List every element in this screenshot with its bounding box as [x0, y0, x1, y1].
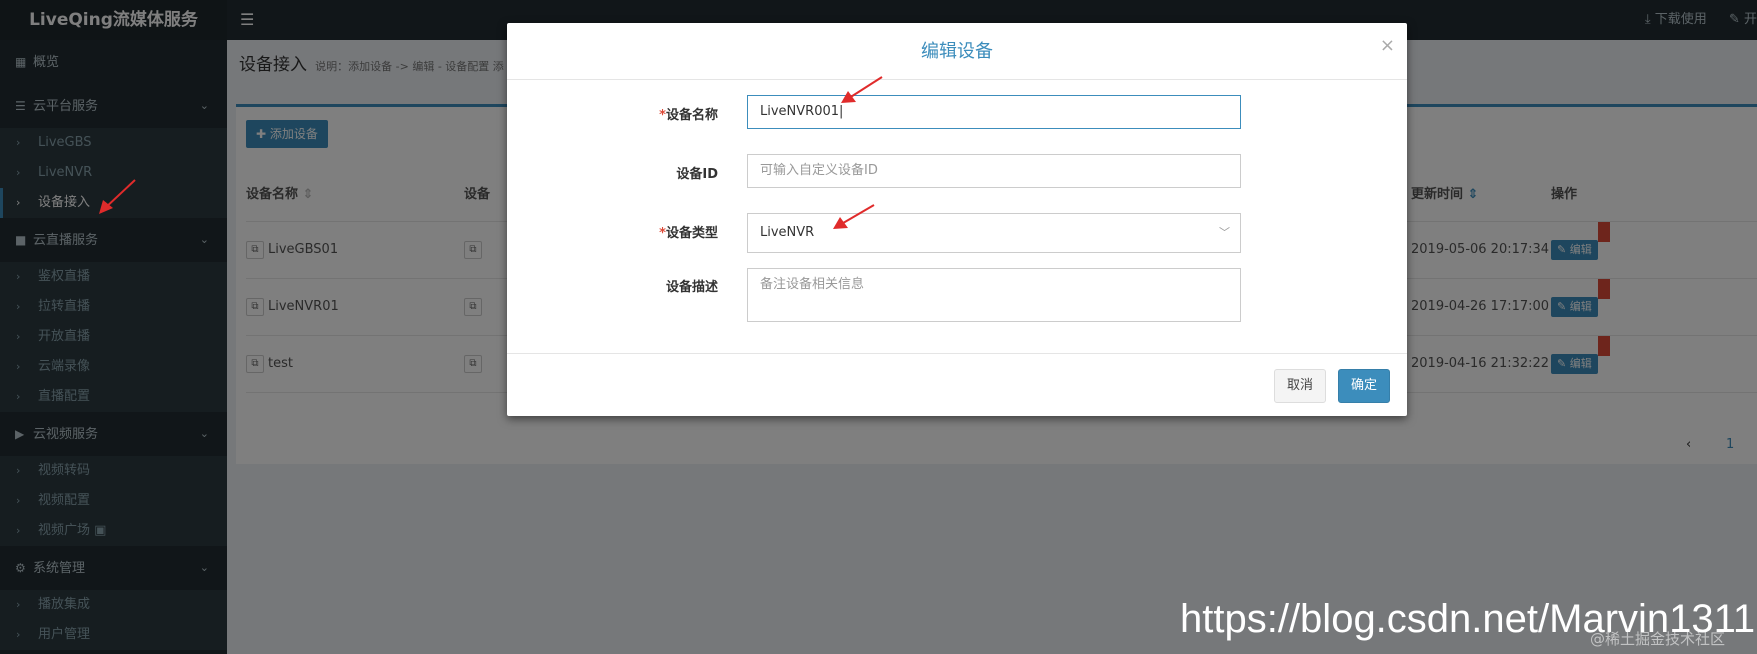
device-id-placeholder: 可输入自定义设备ID — [760, 163, 878, 178]
device-id-input[interactable]: 可输入自定义设备ID — [747, 154, 1241, 188]
device-desc-placeholder: 备注设备相关信息 — [760, 277, 865, 292]
device-desc-label: 设备描述 — [665, 280, 718, 295]
modal-title: 编辑设备 — [921, 41, 993, 62]
device-desc-textarea[interactable]: 备注设备相关信息 — [747, 268, 1241, 322]
annotation-arrow-sidebar — [99, 179, 136, 214]
device-id-label: 设备ID — [676, 167, 718, 182]
device-type-label: *设备类型 — [659, 226, 718, 241]
cancel-button[interactable]: 取消 — [1274, 369, 1327, 403]
chevron-down-icon: ﹀ — [1219, 226, 1230, 239]
confirm-button[interactable]: 确定 — [1338, 369, 1391, 403]
modal-footer: 取消 确定 — [507, 353, 1407, 416]
modal-header: 编辑设备 × — [507, 23, 1407, 80]
close-icon[interactable]: × — [1380, 35, 1395, 56]
device-name-label: *设备名称 — [659, 108, 718, 123]
device-type-select[interactable]: LiveNVR ﹀ — [747, 213, 1241, 253]
annotation-arrow-name — [841, 76, 883, 103]
annotation-arrow-type — [833, 204, 875, 229]
watermark-sub: @稀土掘金技术社区 — [1590, 630, 1726, 648]
device-name-input[interactable]: LiveNVR001| — [747, 95, 1241, 129]
edit-device-modal: 编辑设备 × *设备名称 LiveNVR001| 设备ID 可输入自定义设备ID… — [507, 23, 1407, 416]
